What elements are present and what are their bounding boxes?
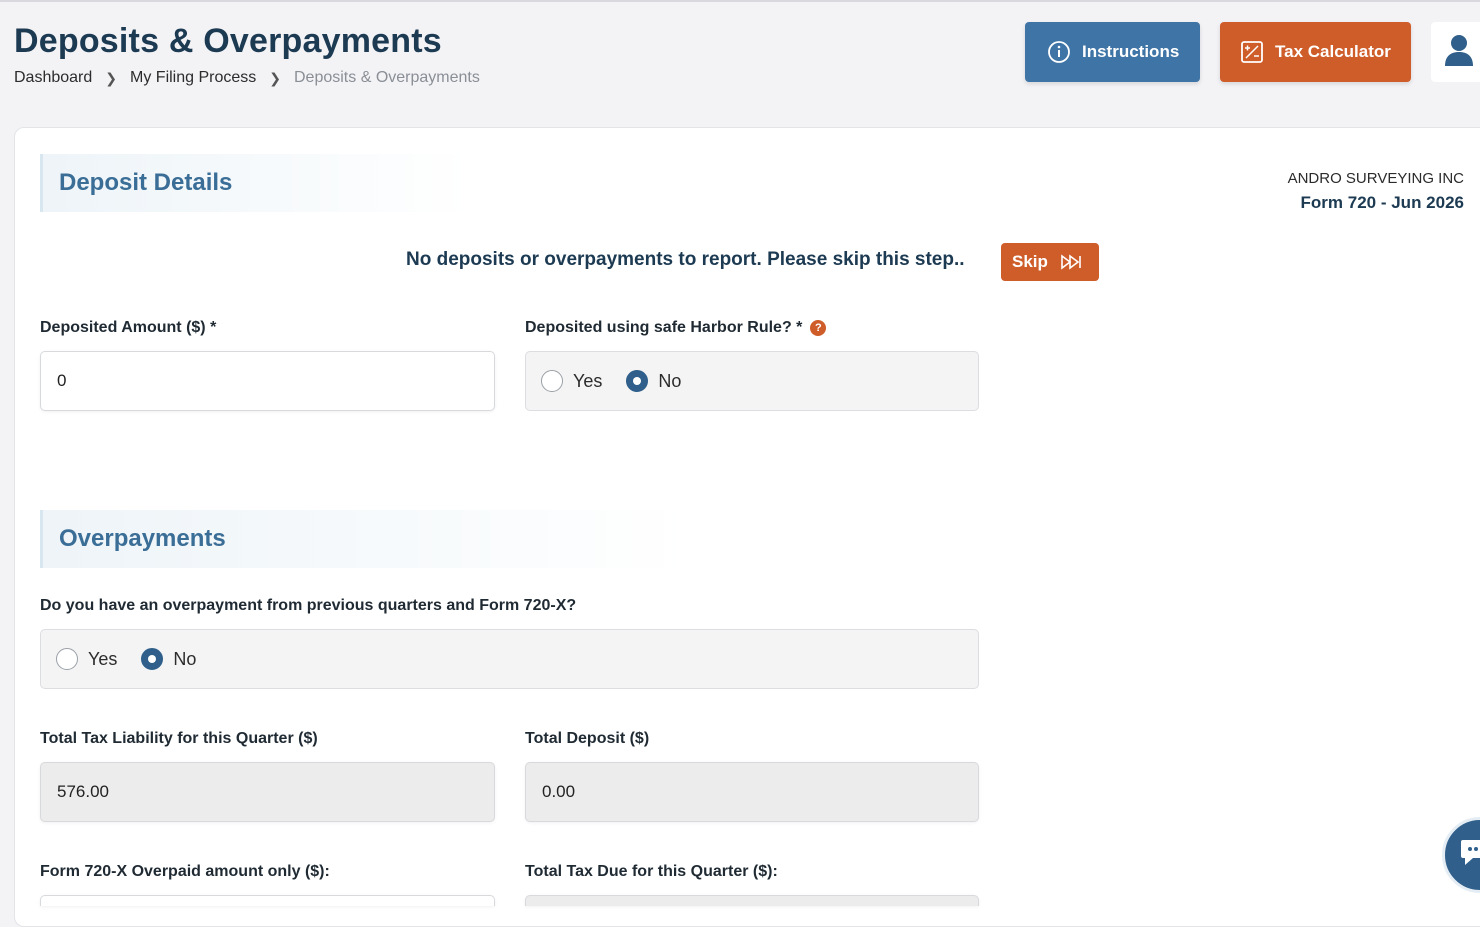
- info-icon: [1047, 40, 1071, 64]
- total-tax-due-label: Total Tax Due for this Quarter ($):: [525, 863, 778, 880]
- company-info: ANDRO SURVEYING INC Form 720 - Jun 2026: [1288, 170, 1464, 213]
- total-tax-liability-label: Total Tax Liability for this Quarter ($): [40, 730, 318, 747]
- page-title: Deposits & Overpayments: [14, 22, 442, 60]
- radio-label: Yes: [88, 648, 118, 669]
- skip-notice: No deposits or overpayments to report. P…: [406, 249, 965, 270]
- user-menu-button[interactable]: [1431, 22, 1480, 82]
- breadcrumb: Dashboard ❯ My Filing Process ❯ Deposits…: [14, 69, 480, 87]
- radio-checked[interactable]: [626, 370, 649, 392]
- total-deposit-label: Total Deposit ($): [525, 730, 650, 747]
- breadcrumb-dashboard[interactable]: Dashboard: [14, 69, 92, 87]
- chevron-right-icon: ❯: [269, 69, 281, 86]
- overpayment-question: Do you have an overpayment from previous…: [40, 597, 577, 614]
- safe-harbor-yes[interactable]: Yes: [541, 370, 602, 392]
- safe-harbor-text: Deposited using safe Harbor Rule? *: [525, 319, 803, 336]
- breadcrumb-current: Deposits & Overpayments: [294, 69, 480, 86]
- skip-button[interactable]: Skip: [1001, 243, 1099, 281]
- overpayment-yes[interactable]: Yes: [56, 648, 117, 670]
- calculator-icon: [1240, 40, 1264, 64]
- safe-harbor-label: Deposited using safe Harbor Rule? *?: [525, 319, 827, 337]
- chevron-right-icon: ❯: [105, 69, 118, 86]
- total-tax-liability-field: 576.00: [40, 762, 495, 822]
- safe-harbor-no[interactable]: No: [626, 370, 681, 392]
- company-name: ANDRO SURVEYING INC: [1287, 170, 1464, 187]
- overpaid-amount-label: Form 720-X Overpaid amount only ($):: [40, 863, 330, 880]
- radio-label: No: [658, 370, 682, 391]
- deposited-amount-label: Deposited Amount ($) *: [40, 319, 217, 336]
- total-tax-due-field: [525, 895, 979, 906]
- help-icon[interactable]: ?: [810, 319, 827, 336]
- top-divider: [0, 0, 1480, 2]
- chat-icon: [1459, 838, 1480, 873]
- form-period: Form 720 - Jun 2026: [1300, 193, 1464, 212]
- overpayment-radio-group: Yes No: [40, 629, 979, 689]
- overpayment-no[interactable]: No: [141, 648, 196, 670]
- safe-harbor-radio-group: Yes No: [525, 351, 979, 411]
- overpaid-amount-input[interactable]: [40, 895, 495, 906]
- total-deposit-field: 0.00: [525, 762, 979, 822]
- breadcrumb-my-filing-process[interactable]: My Filing Process: [130, 69, 256, 87]
- overpayments-title: Overpayments: [59, 525, 226, 552]
- overpayments-heading: Overpayments: [40, 510, 690, 568]
- user-icon: [1444, 34, 1474, 71]
- fast-forward-icon: [1060, 254, 1082, 270]
- deposited-amount-input[interactable]: 0: [40, 351, 495, 411]
- radio-unchecked[interactable]: [56, 648, 78, 670]
- radio-label: Yes: [573, 370, 603, 391]
- skip-label: Skip: [1012, 252, 1048, 271]
- radio-checked[interactable]: [141, 648, 164, 670]
- radio-unchecked[interactable]: [541, 370, 563, 392]
- instructions-label: Instructions: [1082, 42, 1180, 61]
- deposit-details-heading: Deposit Details: [40, 154, 470, 212]
- radio-label: No: [173, 648, 197, 669]
- instructions-button[interactable]: Instructions: [1025, 22, 1200, 82]
- deposit-details-title: Deposit Details: [59, 169, 233, 196]
- tax-calculator-button[interactable]: Tax Calculator: [1220, 22, 1411, 82]
- tax-calculator-label: Tax Calculator: [1275, 42, 1391, 61]
